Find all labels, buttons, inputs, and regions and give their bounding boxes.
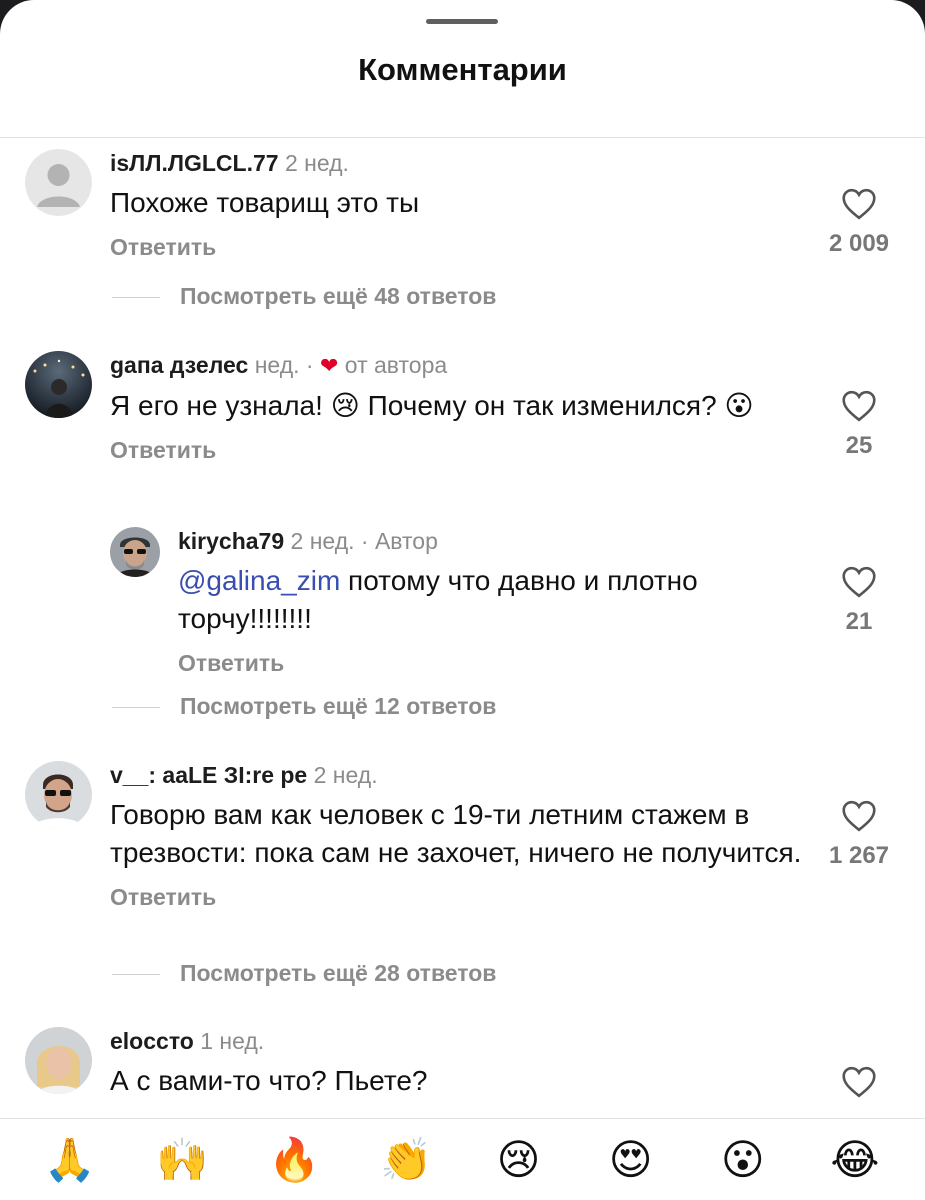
- avatar[interactable]: [25, 761, 92, 828]
- heart-icon: [842, 1066, 876, 1098]
- user-photo-avatar: [110, 527, 160, 577]
- author-like-label: от автора: [344, 352, 448, 378]
- comment-meta: gапа дзелес нед. · ❤ от автора: [110, 350, 815, 381]
- praying-hands-emoji[interactable]: 🙏: [40, 1138, 100, 1181]
- like-count: 21: [845, 608, 873, 635]
- comments-sheet: Комментарии isЛЛ.ЛGLCL.77 2 нед. Похоже …: [0, 0, 925, 1200]
- timestamp: 1 нед.: [200, 1028, 265, 1054]
- comment-meta: v__: ааLE ЗI:re ре 2 нед.: [110, 760, 815, 790]
- comment-body: v__: ааLE ЗI:re ре 2 нед. Говорю вам как…: [110, 760, 815, 912]
- comment-text: Похоже товарищ это ты: [110, 187, 420, 218]
- view-more-label: Посмотреть ещё 48 ответов: [180, 283, 497, 309]
- comment-text: А с вами-то что? Пьете?: [110, 1065, 428, 1096]
- like-count: 2 009: [828, 230, 890, 257]
- surprised-face-emoji[interactable]: 😮: [713, 1138, 773, 1181]
- avatar[interactable]: [25, 351, 92, 418]
- comment-text: Говорю вам как человек с 19-ти летним ст…: [110, 799, 802, 868]
- avatar[interactable]: [110, 527, 160, 577]
- reply-body: kirycha79 2 нед. · Автор @galina_zim пот…: [178, 526, 815, 678]
- page-title: Комментарии: [358, 52, 567, 87]
- fire-emoji[interactable]: 🔥: [264, 1138, 324, 1181]
- reply-button[interactable]: Ответить: [110, 435, 815, 465]
- reply-button[interactable]: Ответить: [110, 232, 815, 262]
- timestamp: 2 нед.: [290, 528, 355, 554]
- heart-icon: [842, 566, 876, 598]
- meta-separator: ·: [305, 352, 314, 378]
- crying-face-emoji[interactable]: 😢: [489, 1138, 549, 1181]
- user-photo-avatar: [25, 351, 92, 418]
- comment-body: isЛЛ.ЛGLCL.77 2 нед. Похоже товарищ это …: [110, 148, 815, 262]
- user-photo-avatar: [25, 761, 92, 828]
- timestamp: 2 нед.: [313, 762, 378, 788]
- avatar[interactable]: [25, 149, 92, 216]
- like-button[interactable]: 21: [813, 566, 905, 636]
- view-more-label: Посмотреть ещё 28 ответов: [180, 960, 497, 986]
- divider-line: [112, 297, 160, 298]
- raising-hands-emoji[interactable]: 🙌: [152, 1138, 212, 1181]
- timestamp: нед.: [254, 352, 300, 378]
- heart-icon: [842, 188, 876, 220]
- quick-reaction-bar: 🙏 🙌 🔥 👏 😢 😍 😮 😂: [0, 1119, 925, 1200]
- clapping-hands-emoji[interactable]: 👏: [376, 1138, 436, 1181]
- like-count: 25: [845, 432, 873, 459]
- comment-body: gапа дзелес нед. · ❤ от автора Я его не …: [110, 350, 815, 465]
- timestamp: 2 нед.: [284, 150, 349, 176]
- like-button[interactable]: [813, 1066, 905, 1098]
- heart-eyes-emoji[interactable]: 😍: [601, 1138, 661, 1181]
- comment-text: Я его не узнала! 😢 Почему он так изменил…: [110, 390, 754, 421]
- heart-icon: [842, 800, 876, 832]
- author-badge: Автор: [374, 528, 438, 554]
- laughing-tears-emoji[interactable]: 😂: [825, 1138, 885, 1181]
- comment-meta: isЛЛ.ЛGLCL.77 2 нед.: [110, 148, 815, 178]
- like-count: 1 267: [828, 842, 890, 869]
- user-photo-avatar: [25, 1027, 92, 1094]
- view-more-label: Посмотреть ещё 12 ответов: [180, 693, 497, 719]
- sheet-grabber[interactable]: [426, 19, 498, 24]
- comment-meta: elocсто 1 нед.: [110, 1026, 815, 1056]
- username[interactable]: gапа дзелес: [110, 352, 248, 378]
- default-avatar-icon: [25, 149, 92, 216]
- username[interactable]: isЛЛ.ЛGLCL.77: [110, 150, 279, 176]
- username[interactable]: elocсто: [110, 1028, 194, 1054]
- reply-button[interactable]: Ответить: [178, 648, 815, 678]
- like-button[interactable]: 25: [813, 390, 905, 460]
- like-button[interactable]: 1 267: [813, 800, 905, 870]
- heart-icon: [842, 390, 876, 422]
- comment-body: elocсто 1 нед. А с вами-то что? Пьете?: [110, 1026, 815, 1100]
- reply-button[interactable]: Ответить: [110, 882, 815, 912]
- divider-line: [112, 707, 160, 708]
- comment-text: @galina_zim потому что давно и плотно то…: [178, 562, 815, 638]
- like-button[interactable]: 2 009: [813, 188, 905, 258]
- comments-list[interactable]: isЛЛ.ЛGLCL.77 2 нед. Похоже товарищ это …: [0, 138, 925, 1118]
- username[interactable]: kirycha79: [178, 528, 284, 554]
- username[interactable]: v__: ааLE ЗI:re ре: [110, 762, 307, 788]
- avatar[interactable]: [25, 1027, 92, 1094]
- divider-line: [112, 974, 160, 975]
- author-heart-icon: ❤: [319, 353, 339, 378]
- mention-link[interactable]: @galina_zim: [178, 565, 340, 596]
- comment-meta: kirycha79 2 нед. · Автор: [178, 526, 815, 556]
- meta-separator: ·: [360, 528, 369, 554]
